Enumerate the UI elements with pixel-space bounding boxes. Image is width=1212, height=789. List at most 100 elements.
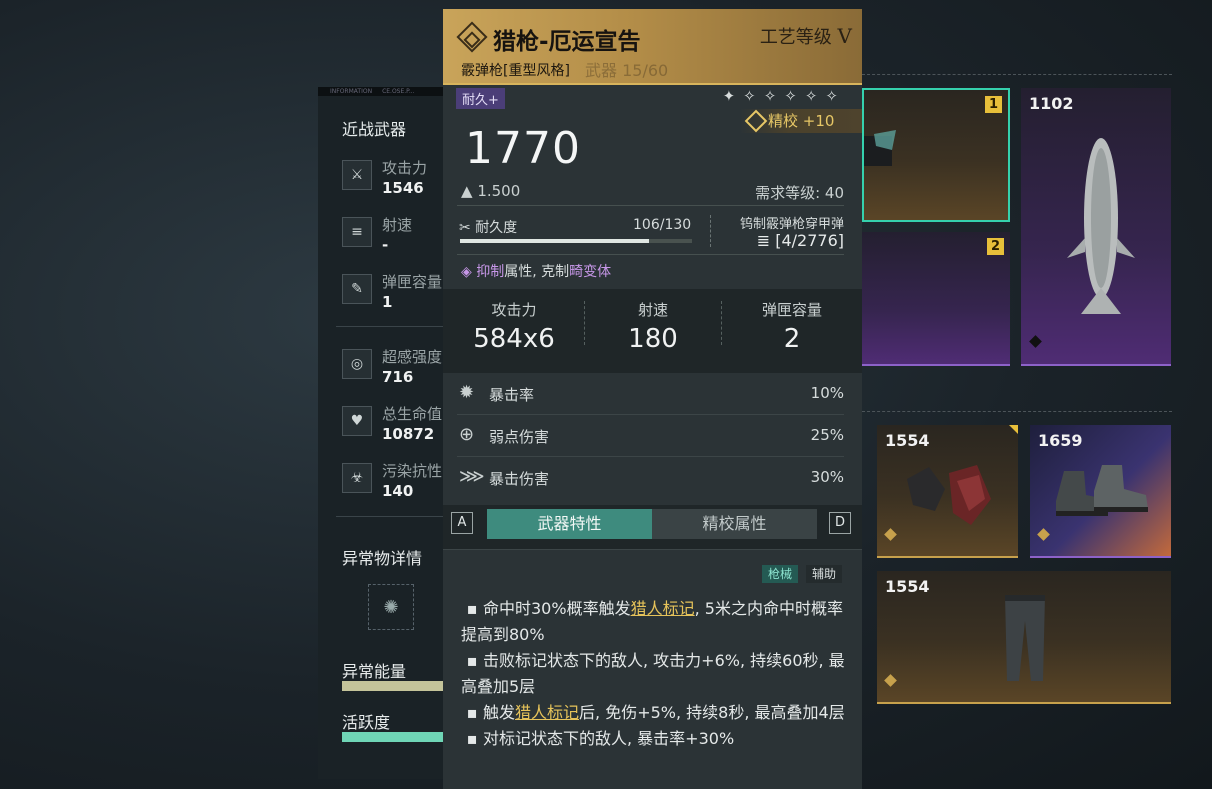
trait-item: ▪ 触发猎人标记后, 免伤+5%, 持续8秒, 最高叠加4层	[461, 700, 853, 726]
pants-icon	[1005, 595, 1045, 681]
anomaly-slot[interactable]: ✺	[368, 584, 414, 630]
weight-icon: ▲	[461, 182, 473, 200]
stat-magazine: 弹匣容量 2	[727, 299, 857, 354]
stat-label: 射速	[382, 216, 413, 234]
tag-row: 耐久+ ✦✧✧✧✧✧	[443, 85, 862, 109]
fish-icon	[1067, 138, 1135, 314]
weakpoint-row: ⊕ 弱点伤害 25%	[457, 415, 844, 457]
inventory-slot-fish[interactable]: 1102	[1021, 88, 1171, 366]
divider	[457, 205, 844, 206]
item-title: 猎枪-厄运宣告	[493, 29, 641, 55]
inventory-slot-gloves[interactable]: 1554	[877, 425, 1018, 558]
ammo-count: ≣ [4/2776]	[757, 231, 844, 250]
inventory-slot-pants[interactable]: 1554	[877, 571, 1171, 704]
sword-icon: ⚔	[342, 160, 372, 190]
item-power: 1102	[1029, 94, 1074, 113]
divider-dashed	[862, 74, 1172, 75]
stat-label: 超感强度	[382, 348, 443, 366]
wrench-icon: ✂	[459, 220, 471, 236]
divider-vertical	[710, 215, 711, 247]
level-requirement: 需求等级: 40	[755, 184, 844, 202]
header-tab-second[interactable]: CE.OSE.P...	[382, 87, 415, 96]
stat-magazine: ✎ 弹匣容量 1	[342, 271, 442, 311]
rarity-diamond-icon	[1037, 528, 1050, 541]
character-stats-panel: INFORMATION CE.OSE.P... 近战武器 ⚔ 攻击力 1546 ≡…	[318, 87, 448, 779]
trait-line: ◈ 抑制属性, 克制畸变体	[461, 261, 611, 281]
divider-vertical	[721, 301, 722, 345]
stat-label: 攻击力	[382, 159, 428, 177]
target-icon: ⊕	[459, 424, 475, 445]
stat-contamination: ☣ 污染抗性 140	[342, 460, 442, 500]
key-hint-a[interactable]: A	[451, 512, 473, 534]
ammo-icon: ≣	[756, 231, 771, 250]
trait-text: 命中时30%概率触发	[483, 599, 631, 618]
hunter-mark-link[interactable]: 猎人标记	[631, 599, 695, 618]
crit-label: 弱点伤害	[489, 428, 550, 446]
energy-bar	[342, 681, 448, 691]
stat-label: 弹匣容量	[761, 301, 822, 319]
anomaly-icon: ✺	[383, 596, 399, 618]
slot-badge: 1	[985, 96, 1002, 113]
item-tooltip: 猎枪-厄运宣告 工艺等级 V 霰弹枪[重型风格] 武器 15/60 耐久+ ✦✧…	[443, 9, 862, 789]
trait-description: 枪械 辅助 ▪ 命中时30%概率触发猎人标记, 5米之内命中时概率提高到80% ▪…	[443, 549, 862, 789]
heart-icon: ♥	[342, 406, 372, 436]
craft-level-value: V	[837, 24, 852, 48]
craft-label: 工艺等级	[759, 27, 832, 48]
ammo-type: 钨制霰弹枪穿甲弹	[739, 217, 844, 232]
activity-label: 活跃度	[342, 713, 391, 732]
tab-weapon-traits[interactable]: 武器特性	[487, 509, 652, 539]
crit-value: 25%	[810, 426, 844, 444]
gloves-icon	[907, 465, 991, 525]
inventory-slot-boots[interactable]: 1659	[1030, 425, 1171, 558]
rarity-diamond-icon	[884, 528, 897, 541]
slot-badge: 2	[987, 238, 1004, 255]
stat-hp: ♥ 总生命值 10872	[342, 403, 442, 443]
header-tab-information[interactable]: INFORMATION	[330, 87, 372, 96]
weapon-type: 霰弹枪[重型风格]	[461, 63, 570, 79]
rarity-diamond-icon	[1029, 335, 1042, 348]
item-power-value: 1770	[465, 123, 581, 174]
trait-text: 对标记状态下的敌人, 暴击率+30%	[483, 729, 735, 748]
tooltip-header: 猎枪-厄运宣告 工艺等级 V 霰弹枪[重型风格] 武器 15/60	[443, 9, 862, 85]
refine-value: 精校 +10	[768, 112, 835, 130]
trait-text: 击败标记状态下的敌人, 攻击力+6%, 持续60秒, 最高叠加5层	[461, 651, 845, 696]
tab-refine-attributes[interactable]: 精校属性	[652, 509, 817, 539]
hunter-mark-link[interactable]: 猎人标记	[515, 703, 579, 722]
inventory-slot-weapon-2[interactable]: 2	[862, 232, 1010, 366]
stat-fire-rate: ≡ 射速 -	[342, 214, 412, 254]
speed-icon: ≡	[342, 217, 372, 247]
trait-mid: 属性, 克制	[504, 264, 570, 280]
biohazard-icon: ☣	[342, 463, 372, 493]
burst-icon: ✹	[459, 382, 475, 403]
tooltip-tabs: A 武器特性 精校属性 D	[443, 505, 862, 549]
stat-value: 2	[783, 324, 801, 354]
item-power: 1554	[885, 431, 930, 450]
divider	[457, 254, 844, 255]
trait-item: ▪ 命中时30%概率触发猎人标记, 5米之内命中时概率提高到80%	[461, 596, 853, 648]
stat-value: 1	[382, 293, 393, 311]
stat-label: 污染抗性	[382, 462, 443, 480]
stat-label: 攻击力	[491, 301, 537, 319]
key-hint-d[interactable]: D	[829, 512, 851, 534]
crit-value: 30%	[810, 468, 844, 486]
crit-damage-row: ⋙ 暴击伤害 30%	[457, 457, 844, 499]
activity-bar	[342, 732, 448, 742]
stat-value: 716	[382, 368, 414, 386]
weapon-stats: 攻击力 584x6 射速 180 弹匣容量 2	[443, 289, 862, 373]
weight: ▲ 1.500	[461, 182, 520, 200]
item-power: 1659	[1038, 431, 1083, 450]
rarity-diamond-icon	[884, 674, 897, 687]
trait-item: ▪ 击败标记状态下的敌人, 攻击力+6%, 持续60秒, 最高叠加5层	[461, 648, 853, 700]
trait-prefix: 抑制	[476, 264, 505, 280]
bullet-icon: ▪	[466, 651, 478, 670]
durable-tag: 耐久+	[456, 88, 505, 109]
crit-label: 暴击伤害	[489, 470, 550, 488]
stat-attack: 攻击力 584x6	[449, 299, 579, 354]
inventory-slot-weapon-1[interactable]: 1	[862, 88, 1010, 222]
trait-suffix: 畸变体	[569, 264, 612, 280]
panel-header-bar: INFORMATION CE.OSE.P...	[318, 87, 448, 96]
stat-attack: ⚔ 攻击力 1546	[342, 157, 427, 197]
trait-text: 后, 免伤+5%, 持续8秒, 最高叠加4层	[579, 703, 845, 722]
corner-marker	[1009, 425, 1018, 434]
trait-list: ▪ 命中时30%概率触发猎人标记, 5米之内命中时概率提高到80% ▪ 击败标记状态…	[461, 596, 853, 752]
